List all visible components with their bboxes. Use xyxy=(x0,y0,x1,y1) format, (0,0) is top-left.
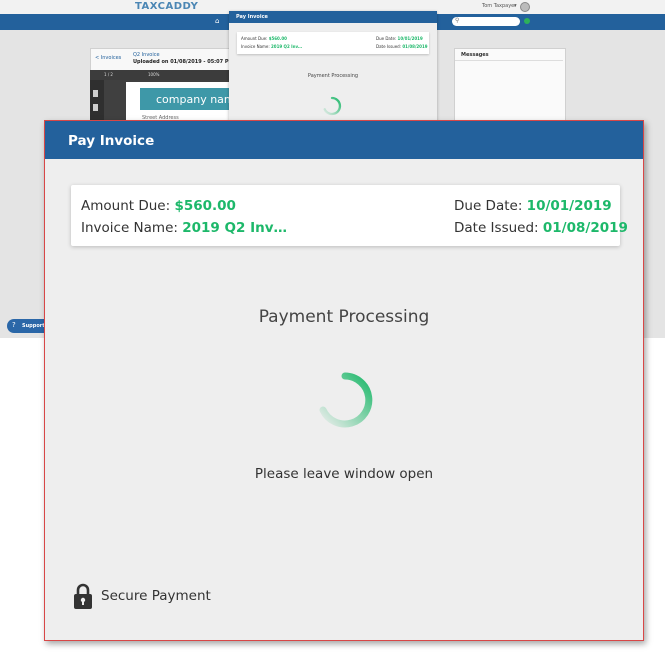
zoom-level[interactable]: 100% xyxy=(148,72,159,77)
date-issued-label: Date Issued: xyxy=(376,44,402,49)
loading-spinner-icon xyxy=(323,96,342,116)
due-date-value: 10/01/2019 xyxy=(526,198,612,214)
due-date-value: 10/01/2019 xyxy=(397,36,423,41)
background-invoice-name: Invoice Name: 2019 Q2 Inv… xyxy=(241,44,302,49)
background-modal-title: Pay Invoice xyxy=(236,14,268,20)
background-due-date: Due Date: 10/01/2019 xyxy=(376,36,423,41)
background-date-issued: Date Issued: 01/08/2019 xyxy=(376,44,428,49)
amount-due: Amount Due: $560.00 xyxy=(81,198,236,214)
amount-due-label: Amount Due: xyxy=(81,198,171,214)
amount-due-value: $560.00 xyxy=(174,198,236,214)
thumbnail-icon[interactable] xyxy=(93,104,98,111)
invoice-name-label: Invoice Name: xyxy=(241,44,270,49)
invoice-name: Invoice Name: 2019 Q2 Inv… xyxy=(81,220,287,236)
amount-due-label: Amount Due: xyxy=(241,36,268,41)
home-icon[interactable]: ⌂ xyxy=(215,17,219,25)
support-label: Support xyxy=(22,323,45,329)
loading-spinner-icon xyxy=(319,372,373,428)
search-input[interactable] xyxy=(452,17,520,26)
user-menu[interactable]: Tom Taxpayer xyxy=(482,3,516,9)
background-pay-invoice-modal: Pay Invoice Amount Due: $560.00 Invoice … xyxy=(229,11,437,138)
document-title: Q2 Invoice xyxy=(133,52,160,58)
date-issued: Date Issued: 01/08/2019 xyxy=(454,220,628,236)
background-processing-title: Payment Processing xyxy=(307,73,359,79)
modal-header: Pay Invoice xyxy=(45,121,643,159)
divider xyxy=(455,60,563,61)
app-logo: TAXCADDY xyxy=(135,1,199,12)
page-count: 1 / 2 xyxy=(104,72,113,77)
pay-invoice-modal: Pay Invoice Amount Due: $560.00 Invoice … xyxy=(44,120,644,641)
invoice-name-label: Invoice Name: xyxy=(81,220,178,236)
date-issued-label: Date Issued: xyxy=(454,220,539,236)
help-icon: ? xyxy=(12,321,16,329)
leave-window-open-text: Please leave window open xyxy=(254,466,434,482)
date-issued-value: 01/08/2019 xyxy=(542,220,628,236)
due-date-label: Due Date: xyxy=(376,36,397,41)
lock-icon xyxy=(74,583,92,609)
background-invoice-card: Amount Due: $560.00 Invoice Name: 2019 Q… xyxy=(237,32,429,54)
secure-payment-label: Secure Payment xyxy=(101,588,211,604)
due-date-label: Due Date: xyxy=(454,198,523,214)
payment-processing-title: Payment Processing xyxy=(258,307,430,327)
messages-title: Messages xyxy=(461,52,489,58)
document-uploaded-date: Uploaded on 01/08/2019 - 05:07 PM. xyxy=(133,59,236,65)
invoice-summary-card: Amount Due: $560.00 Invoice Name: 2019 Q… xyxy=(71,185,628,246)
language-flag-icon[interactable] xyxy=(520,2,530,12)
invoice-name-value: 2019 Q2 Inv… xyxy=(271,44,303,49)
modal-title: Pay Invoice xyxy=(68,133,155,149)
back-to-invoices-link[interactable]: < Invoices xyxy=(95,55,121,61)
date-issued-value: 01/08/2019 xyxy=(402,44,428,49)
status-indicator-icon xyxy=(524,18,530,24)
user-menu-caret-icon[interactable]: ▾ xyxy=(514,3,517,9)
bookmark-icon[interactable] xyxy=(93,90,98,97)
invoice-name-value: 2019 Q2 Inv… xyxy=(182,220,288,236)
search-icon: ⚲ xyxy=(455,17,460,24)
amount-due-value: $560.00 xyxy=(268,36,287,41)
background-amount-due: Amount Due: $560.00 xyxy=(241,36,287,41)
due-date: Due Date: 10/01/2019 xyxy=(454,198,612,214)
